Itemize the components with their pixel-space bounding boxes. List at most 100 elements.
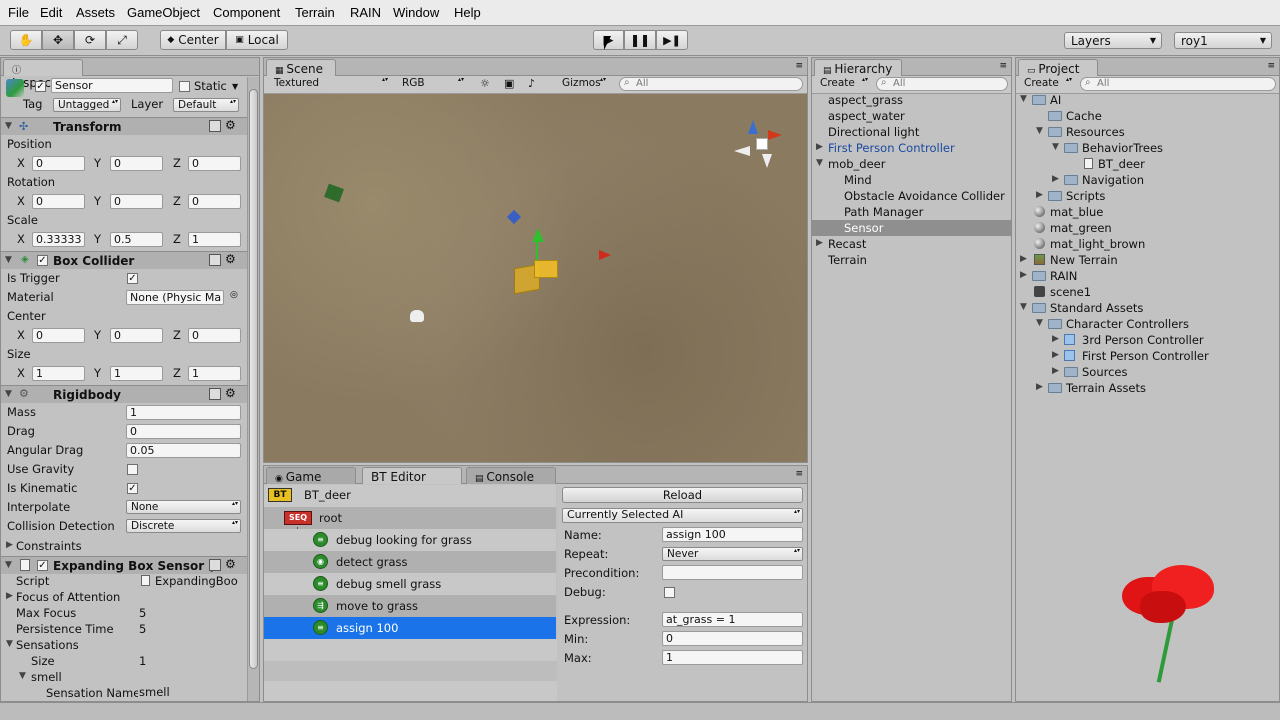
gear-icon[interactable]: ⚙ <box>225 118 236 132</box>
move-x-handle-icon[interactable] <box>599 250 611 260</box>
bt-node-row[interactable]: ≡ debug smell grass <box>264 573 556 595</box>
project-item-folder[interactable]: ▶ Sources <box>1016 364 1279 380</box>
gizmo-x-arrow-icon[interactable] <box>768 130 782 140</box>
transform-header[interactable]: ▼ ✣ Transform ⚙ <box>1 117 247 135</box>
menu-help[interactable]: Help <box>454 5 481 20</box>
menu-terrain[interactable]: Terrain <box>295 5 335 20</box>
project-item-terrain[interactable]: ▶ New Terrain <box>1016 252 1279 268</box>
project-item-folder[interactable]: ▶ Scripts <box>1016 188 1279 204</box>
tab-hierarchy[interactable]: ▤ Hierarchy <box>814 59 902 76</box>
expand-arrow-icon[interactable]: ▶ <box>1020 254 1027 264</box>
hierarchy-item[interactable]: Directional light <box>812 124 1011 140</box>
collapse-arrow-icon[interactable]: ▼ <box>5 121 12 131</box>
script-value[interactable]: ExpandingBoo <box>155 574 238 588</box>
project-item-material[interactable]: mat_blue <box>1016 204 1279 220</box>
tag-dropdown[interactable]: Untagged <box>53 98 121 112</box>
collapse-arrow-icon[interactable]: ▼ <box>816 158 823 168</box>
hierarchy-item[interactable]: ▼ mob_deer <box>812 156 1011 172</box>
gizmo-y-arrow-icon[interactable] <box>748 120 758 134</box>
is-kinematic-checkbox[interactable]: ✓ <box>127 483 138 494</box>
project-create-dropdown[interactable]: Create <box>1020 77 1074 91</box>
gear-icon[interactable]: ⚙ <box>225 557 236 571</box>
project-item-prefab[interactable]: ▶ 3rd Person Controller <box>1016 332 1279 348</box>
rotate-tool-button[interactable]: ⟳ <box>74 30 106 50</box>
menu-window[interactable]: Window <box>393 5 439 20</box>
scale-tool-button[interactable]: ⤢ <box>106 30 138 50</box>
expand-arrow-icon[interactable]: ▶ <box>1036 382 1043 392</box>
menu-rain[interactable]: RAIN <box>350 5 381 20</box>
gear-icon[interactable]: ⚙ <box>225 252 236 266</box>
focus-label[interactable]: Focus of Attention <box>16 590 120 604</box>
layer-dropdown[interactable]: Default <box>173 98 239 112</box>
scene-viewport[interactable] <box>264 94 807 462</box>
panel-menu-icon[interactable]: ≡ <box>1267 61 1275 71</box>
expand-arrow-icon[interactable]: ▶ <box>1020 270 1027 280</box>
constraints-label[interactable]: Constraints <box>16 539 82 553</box>
bt-node-row[interactable]: ◉ detect grass <box>264 551 556 573</box>
pause-button[interactable]: ❚❚ <box>624 30 656 50</box>
gizmo-center[interactable] <box>756 138 768 150</box>
project-item-folder[interactable]: ▶ RAIN <box>1016 268 1279 284</box>
orientation-gizmo[interactable] <box>732 116 796 172</box>
collision-detection-dropdown[interactable]: Discrete <box>126 519 241 533</box>
hand-tool-button[interactable]: ✋ <box>10 30 42 50</box>
move-tool-button[interactable]: ✥ <box>42 30 74 50</box>
project-item-folder[interactable]: ▼ Standard Assets <box>1016 300 1279 316</box>
expand-arrow-icon[interactable]: ▶ <box>1052 350 1059 360</box>
bt-node-row-selected[interactable]: ≡ assign 100 <box>264 617 556 639</box>
help-icon[interactable] <box>209 559 221 571</box>
box-collider-header[interactable]: ▼ ◈ ✓ Box Collider ⚙ <box>1 251 247 269</box>
project-item-folder[interactable]: ▼ Resources <box>1016 124 1279 140</box>
precondition-field[interactable] <box>662 565 803 580</box>
audio-toggle-icon[interactable]: ♪ <box>528 77 535 90</box>
collapse-arrow-icon[interactable]: ▼ <box>6 639 13 649</box>
water-aspect-object[interactable] <box>506 209 522 225</box>
hierarchy-item[interactable]: ▶ Recast <box>812 236 1011 252</box>
layout-dropdown[interactable]: roy1 ▼ <box>1174 32 1272 49</box>
sensor-enabled-checkbox[interactable]: ✓ <box>37 560 48 571</box>
object-name-field[interactable]: Sensor <box>51 78 173 93</box>
scrollbar-thumb[interactable] <box>249 89 258 669</box>
rigidbody-header[interactable]: ▼ ⚙ Rigidbody ⚙ <box>1 385 247 403</box>
max-field[interactable]: 1 <box>662 650 803 665</box>
sensor-header[interactable]: ▼ ✓ Expanding Box Sensor ( ⚙ <box>1 556 247 574</box>
hierarchy-item-prefab[interactable]: ▶ First Person Controller <box>812 140 1011 156</box>
expand-arrow-icon[interactable]: ▶ <box>1052 366 1059 376</box>
drag-field[interactable]: 0 <box>126 424 241 439</box>
size-x-field[interactable]: 1 <box>32 366 85 381</box>
min-field[interactable]: 0 <box>662 631 803 646</box>
help-icon[interactable] <box>209 254 221 266</box>
project-search-input[interactable]: ⌕ All <box>1080 77 1276 91</box>
layers-dropdown[interactable]: Layers ▼ <box>1064 32 1162 49</box>
menu-assets[interactable]: Assets <box>76 5 115 20</box>
center-z-field[interactable]: 0 <box>188 328 241 343</box>
scene-search-input[interactable]: ⌕ All <box>619 77 803 91</box>
tab-console[interactable]: ▤ Console <box>466 467 556 484</box>
color-mode-dropdown[interactable]: RGB <box>398 77 466 91</box>
scale-z-field[interactable]: 1 <box>188 232 241 247</box>
panel-menu-icon[interactable]: ≡ <box>999 61 1007 71</box>
bt-root-node[interactable]: SEQ root <box>264 507 556 529</box>
collapse-arrow-icon[interactable]: ▼ <box>19 671 26 681</box>
panel-menu-icon[interactable]: ≡ <box>795 61 803 71</box>
smell-label[interactable]: smell <box>31 670 62 684</box>
collapse-arrow-icon[interactable]: ▼ <box>5 389 12 399</box>
active-checkbox[interactable]: ✓ <box>35 81 46 92</box>
hierarchy-item[interactable]: Mind <box>812 172 1011 188</box>
expand-arrow-icon[interactable]: ▶ <box>1036 190 1043 200</box>
static-dropdown-icon[interactable]: ▼ <box>232 82 238 91</box>
bt-tree-header[interactable]: BT BT_deer <box>264 485 556 507</box>
repeat-dropdown[interactable]: Never <box>662 547 803 561</box>
scale-x-field[interactable]: 0.33333 <box>32 232 85 247</box>
tab-inspector[interactable]: ⓘ Inspector <box>3 59 83 90</box>
reload-button[interactable]: Reload <box>562 487 803 503</box>
size-z-field[interactable]: 1 <box>188 366 241 381</box>
collapse-arrow-icon[interactable]: ▼ <box>5 255 12 265</box>
scale-y-field[interactable]: 0.5 <box>110 232 163 247</box>
project-item-material[interactable]: mat_light_brown <box>1016 236 1279 252</box>
position-z-field[interactable]: 0 <box>188 156 241 171</box>
project-item-folder[interactable]: ▼ AI <box>1016 92 1279 108</box>
object-picker-icon[interactable]: ◎ <box>230 290 238 300</box>
expand-arrow-icon[interactable]: ▶ <box>1052 334 1059 344</box>
hierarchy-item[interactable]: aspect_water <box>812 108 1011 124</box>
